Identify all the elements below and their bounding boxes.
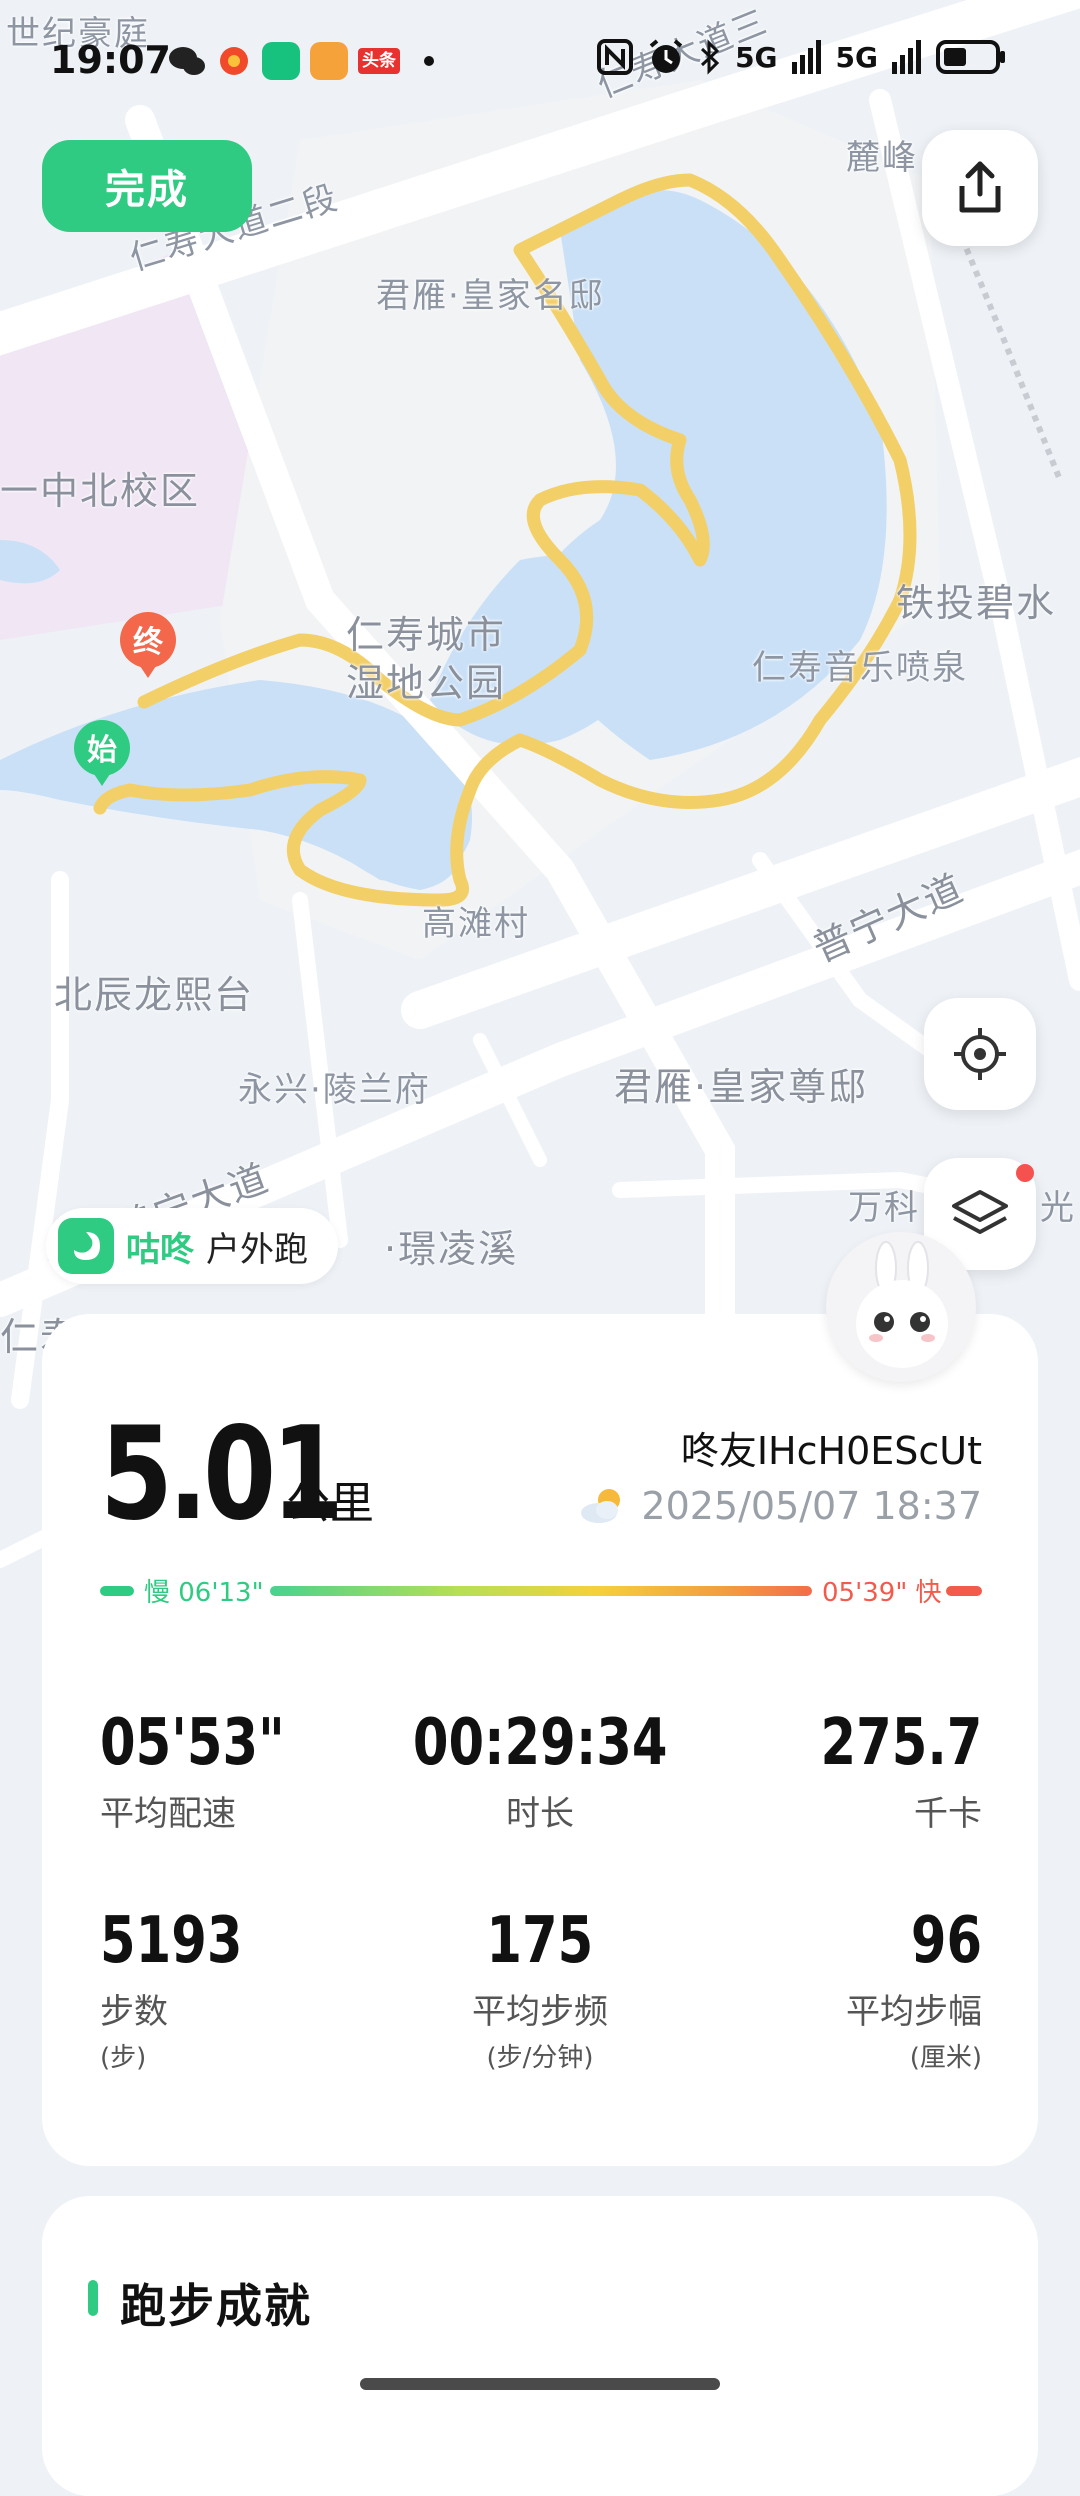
pace-slow-swatch	[100, 1586, 134, 1596]
pace-fast-swatch	[946, 1586, 982, 1596]
brand-name: 咕咚	[126, 1229, 194, 1270]
brand-chip: 咕咚 户外跑	[46, 1208, 338, 1284]
weather-partly-cloudy-icon	[581, 1489, 621, 1523]
metric-stride: 96 平均步幅 (厘米)	[846, 1904, 982, 2074]
mascot-avatar[interactable]	[826, 1232, 976, 1382]
app-orange-icon	[220, 47, 248, 75]
map-label-north-star: 北辰龙熙台	[54, 973, 255, 1017]
achievements-card[interactable]: 跑步成就	[42, 2196, 1038, 2496]
pace-fast-label: 05'39" 快	[822, 1578, 942, 1608]
signal-1-label: 5G	[735, 40, 778, 74]
metric-duration: 00:29:34 时长	[340, 1706, 740, 1835]
locate-icon	[954, 1028, 1006, 1080]
metric-cadence: 175 平均步频 (步/分钟)	[340, 1904, 740, 2074]
stride-label: 平均步幅	[846, 1992, 982, 2032]
map-label-park: 仁寿城市	[346, 613, 507, 657]
calories-label: 千卡	[914, 1794, 982, 1834]
achievements-title: 跑步成就	[120, 2279, 312, 2333]
status-bar: 19:07 头条 5G 5G	[0, 0, 1080, 120]
status-time: 19:07	[50, 38, 171, 82]
map-label-village: 高滩村	[422, 904, 530, 944]
map-label-lufeng: 麓峰	[846, 138, 918, 178]
app-video-icon	[310, 42, 348, 80]
notification-icons: 头条	[168, 42, 434, 80]
map-label-school: 一中北校区	[0, 469, 201, 513]
steps-unit: (步)	[100, 2043, 147, 2073]
signal-bars-2-icon	[892, 40, 921, 74]
pace-legend: 慢 06'13" 05'39" 快	[100, 1572, 982, 1612]
cadence-unit: (步/分钟)	[486, 2043, 594, 2073]
start-marker-label: 始	[87, 733, 117, 768]
metric-calories: 275.7 千卡	[780, 1706, 982, 1835]
layers-notification-dot	[1016, 1164, 1034, 1182]
cadence-label: 平均步频	[472, 1992, 608, 2032]
username: 咚友IHcH0EScUt	[680, 1429, 982, 1473]
cadence-value: 175	[486, 1904, 594, 1978]
calories-value: 275.7	[820, 1706, 982, 1780]
achievements-accent-bar	[88, 2280, 98, 2316]
locate-button[interactable]	[924, 998, 1036, 1110]
distance: 5.01 公里	[100, 1400, 374, 1549]
codoon-logo-icon	[58, 1218, 114, 1274]
layers-icon	[952, 1190, 1008, 1234]
battery-icon	[936, 40, 1005, 74]
mascot-icon	[856, 1241, 948, 1368]
map-label-jinglingxi: ·璟凌溪	[384, 1227, 519, 1271]
pace-slow-label: 慢 06'13"	[144, 1578, 264, 1608]
more-notifications-dot	[424, 56, 434, 66]
bluetooth-icon	[701, 39, 720, 75]
map-label-yongxing: 永兴·陵兰府	[238, 1070, 431, 1110]
map-label-fountain: 仁寿音乐喷泉	[752, 648, 968, 688]
map-label-tower: 铁投碧水	[896, 581, 1057, 625]
metric-avg-pace: 05'53" 平均配速	[100, 1706, 331, 1835]
share-button[interactable]	[922, 130, 1038, 246]
datetime-text: 2025/05/07 18:37	[641, 1484, 982, 1528]
metric-steps: 5193 步数 (步)	[100, 1904, 278, 2074]
signal-2-label: 5G	[835, 40, 878, 74]
brand-subtitle: 户外跑	[206, 1229, 308, 1270]
steps-label: 步数	[100, 1992, 168, 2032]
map-label-wanke: 万科	[848, 1188, 920, 1228]
distance-value: 5.01	[100, 1400, 344, 1549]
end-marker-label: 终	[133, 625, 164, 660]
stride-unit: (厘米)	[909, 2043, 982, 2073]
wechat-icon	[169, 47, 205, 75]
app-green-icon	[262, 42, 300, 80]
avg-pace-value: 05'53"	[100, 1706, 285, 1780]
map-label-park2: 湿地公园	[346, 661, 507, 705]
avg-pace-label: 平均配速	[100, 1794, 236, 1834]
run-datetime: 2025/05/07 18:37	[577, 1484, 982, 1528]
stride-value: 96	[910, 1904, 982, 1978]
signal-bars-1-icon	[791, 40, 821, 74]
toutiao-icon: 头条	[358, 48, 400, 74]
pace-gradient-bar	[270, 1586, 812, 1596]
map-label-guang: 光	[1040, 1188, 1076, 1228]
share-icon	[959, 161, 1001, 213]
done-button[interactable]: 完成	[42, 140, 252, 232]
home-indicator[interactable]	[360, 2378, 720, 2390]
duration-label: 时长	[506, 1794, 574, 1834]
system-icons: 5G 5G	[597, 38, 1006, 76]
map-label-mansion: 君雁·皇家名邸	[376, 276, 605, 316]
map-label-junyan2: 君雁·皇家尊邸	[614, 1065, 869, 1109]
steps-value: 5193	[100, 1904, 243, 1978]
stats-card: 5.01 公里 咚友IHcH0EScUt 2025/05/07 18:37 慢 …	[42, 1314, 1038, 2166]
alarm-icon	[649, 39, 683, 73]
nfc-icon	[597, 39, 634, 75]
duration-value: 00:29:34	[412, 1706, 668, 1780]
